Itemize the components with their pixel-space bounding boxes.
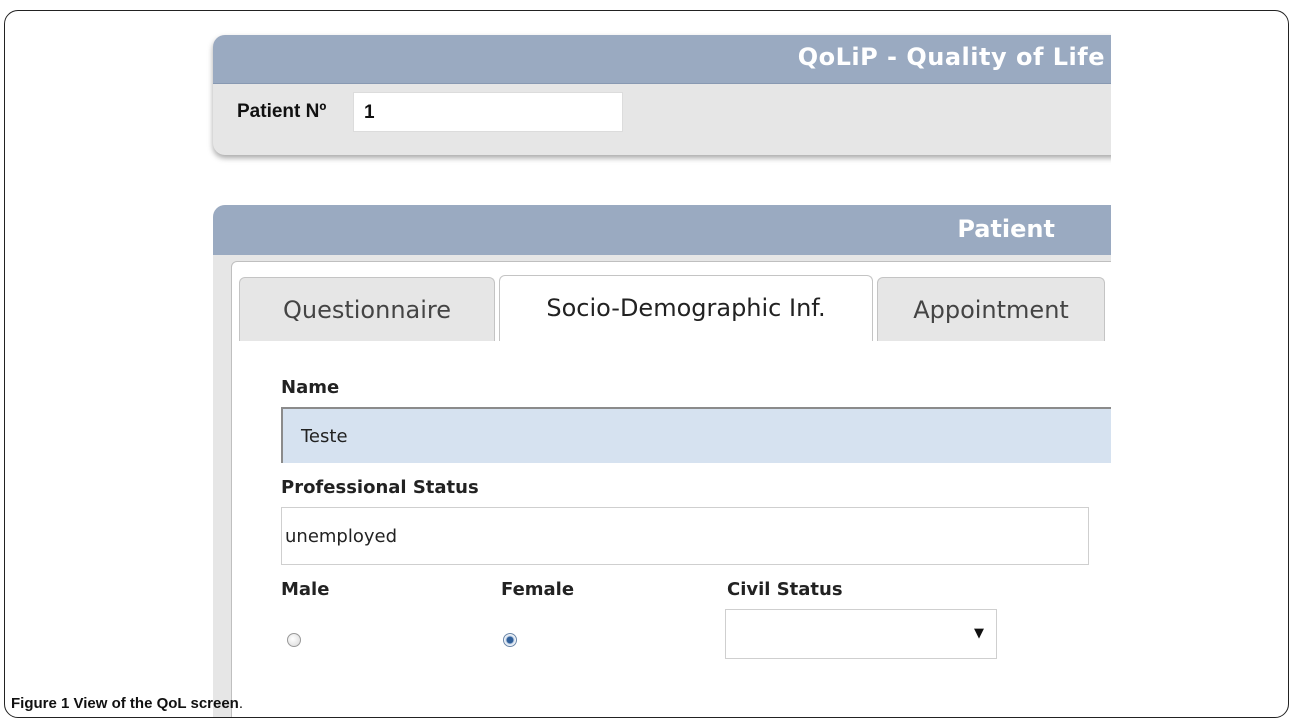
- tab-questionnaire[interactable]: Questionnaire: [239, 277, 495, 341]
- civil-status-select[interactable]: ▼: [725, 609, 997, 659]
- name-input[interactable]: Teste: [281, 407, 1111, 463]
- app-header: QoLiP - Quality of Life: [213, 35, 1111, 84]
- tab-appointment[interactable]: Appointment: [877, 277, 1105, 341]
- female-label: Female: [501, 579, 575, 600]
- patient-number-panel: QoLiP - Quality of Life Patient Nº 1: [213, 35, 1111, 155]
- caption-text: Figure 1 View of the QoL screen: [11, 695, 239, 712]
- patient-number-label: Patient Nº: [237, 101, 327, 122]
- patient-header: Patient: [213, 205, 1111, 255]
- tab-socio-demographic[interactable]: Socio-Demographic Inf.: [499, 275, 873, 341]
- figure-frame: QoLiP - Quality of Life Patient Nº 1 Pat…: [4, 10, 1289, 718]
- app-title: QoLiP - Quality of Life: [797, 43, 1105, 71]
- patient-panel-title: Patient: [957, 215, 1055, 243]
- chevron-down-icon: ▼: [974, 626, 984, 641]
- professional-status-label: Professional Status: [281, 477, 479, 498]
- male-label: Male: [281, 579, 330, 600]
- professional-status-input[interactable]: unemployed: [281, 507, 1089, 565]
- name-label: Name: [281, 377, 340, 398]
- caption-period: .: [238, 695, 244, 712]
- female-radio[interactable]: [503, 633, 517, 647]
- patient-number-input[interactable]: 1: [353, 92, 623, 132]
- app-screen: QoLiP - Quality of Life Patient Nº 1 Pat…: [5, 11, 1111, 717]
- figure-caption: Figure 1 View of the QoL screen.: [11, 695, 243, 712]
- male-radio[interactable]: [287, 633, 301, 647]
- civil-status-label: Civil Status: [727, 579, 843, 600]
